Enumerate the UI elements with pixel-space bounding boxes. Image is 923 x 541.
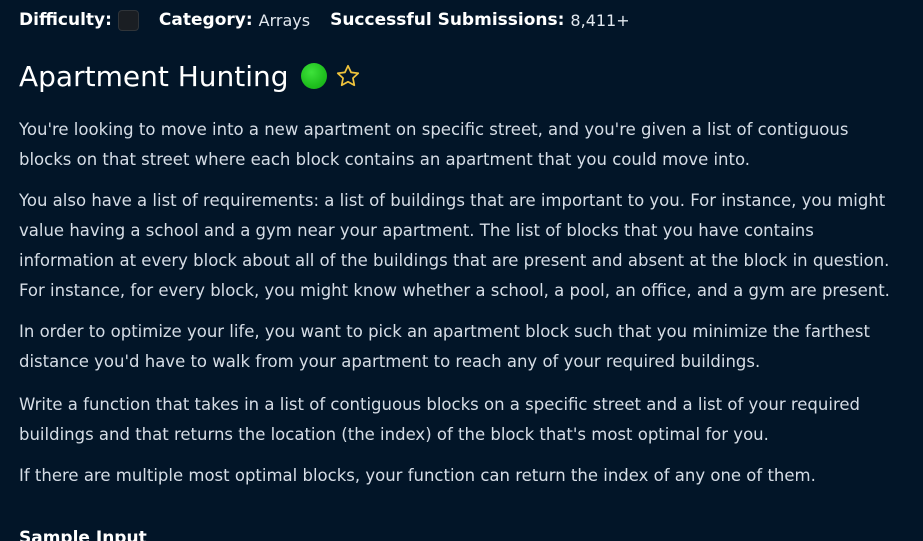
completed-status-icon xyxy=(300,63,327,89)
difficulty-badge xyxy=(117,9,139,31)
description-paragraph: Write a function that takes in a list of… xyxy=(19,395,860,444)
description-paragraph: You also have a list of requirements: a … xyxy=(19,191,890,300)
description-paragraph: You're looking to move into a new apartm… xyxy=(19,120,849,169)
difficulty-label: Difficulty: xyxy=(19,10,112,30)
submissions-value: 8,411+ xyxy=(570,10,630,30)
category-value: Arrays xyxy=(258,10,311,30)
problem-title: Apartment Hunting xyxy=(19,59,289,93)
sample-input-heading: Sample Input xyxy=(19,528,147,541)
description-paragraph: If there are multiple most optimal block… xyxy=(19,466,816,485)
submissions-label: Successful Submissions: xyxy=(330,10,565,30)
problem-meta: Difficulty: Category: Arrays Successful … xyxy=(19,7,630,33)
description-paragraph: In order to optimize your life, you want… xyxy=(19,322,870,371)
title-row: Apartment Hunting xyxy=(19,56,361,96)
category-label: Category: xyxy=(158,10,253,30)
star-icon[interactable] xyxy=(335,63,361,89)
